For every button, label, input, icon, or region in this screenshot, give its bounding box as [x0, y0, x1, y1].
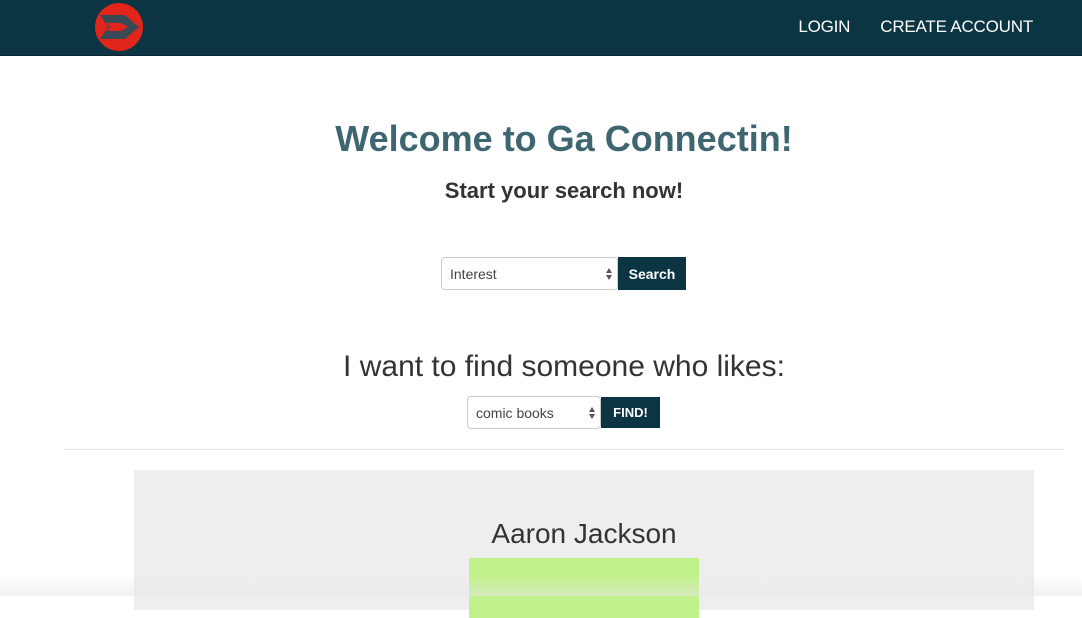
create-account-link[interactable]: CREATE ACCOUNT	[880, 17, 1033, 37]
search-button[interactable]: Search	[618, 257, 686, 290]
profile-card: Aaron Jackson	[134, 470, 1034, 618]
select-arrows-icon	[606, 267, 612, 280]
likes-select-value: comic books	[476, 404, 554, 421]
select-arrows-icon	[589, 406, 595, 419]
divider	[64, 449, 1064, 450]
page-title: Welcome to Ga Connectin!	[0, 118, 1082, 160]
likes-select[interactable]: comic books	[467, 396, 601, 429]
page-title-text: Welcome to Ga Connectin!	[335, 118, 793, 159]
profile-name[interactable]: Aaron Jackson	[134, 518, 1034, 550]
find-form: comic books FIND!	[467, 396, 660, 429]
login-link[interactable]: LOGIN	[798, 17, 850, 37]
logo-icon[interactable]	[94, 2, 144, 52]
profile-photo[interactable]	[469, 558, 699, 618]
nav-links: LOGIN CREATE ACCOUNT	[798, 0, 1033, 53]
find-heading: I want to find someone who likes:	[343, 350, 785, 383]
search-type-value: Interest	[450, 265, 497, 282]
find-button[interactable]: FIND!	[601, 397, 660, 428]
navbar: LOGIN CREATE ACCOUNT	[0, 0, 1082, 56]
search-form: Interest Search	[441, 257, 686, 290]
page-subtitle: Start your search now!	[444, 178, 684, 203]
search-type-select[interactable]: Interest	[441, 257, 618, 290]
